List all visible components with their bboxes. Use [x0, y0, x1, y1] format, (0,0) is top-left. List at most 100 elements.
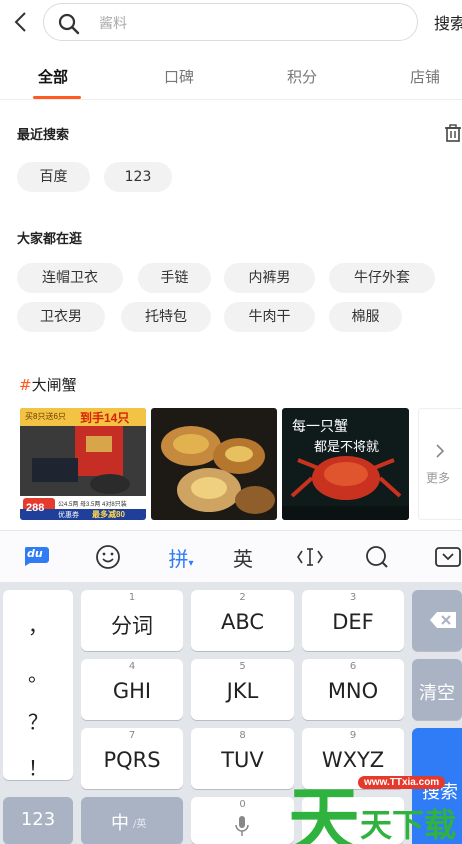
key-label: DEF: [332, 610, 374, 634]
search-header: 酱料 搜索: [0, 0, 462, 46]
crab-thumbnail-2[interactable]: [151, 408, 277, 520]
recent-chip[interactable]: 百度: [17, 162, 90, 192]
key-3[interactable]: 3 DEF: [302, 590, 404, 651]
topic-title[interactable]: #大闸蟹: [19, 374, 77, 395]
search-page: 酱料 搜索 全部 口碑 积分 店铺 最近搜索 百度 123 大家都在逛 连帽卫衣…: [0, 0, 462, 844]
hide-keyboard-icon[interactable]: [434, 543, 462, 571]
chevron-right-icon: [436, 444, 445, 458]
key-num: 1: [128, 592, 136, 603]
punctuation-column[interactable]: ， 。 ？ ！: [3, 590, 73, 780]
english-mode-button[interactable]: 英: [229, 543, 257, 571]
search-placeholder: 酱料: [99, 16, 127, 32]
key-num: 9: [349, 730, 357, 741]
microphone-icon: [235, 816, 249, 836]
topic-hash: #: [19, 376, 32, 394]
key-num: 3: [349, 592, 357, 603]
popular-chip[interactable]: 牛肉干: [224, 302, 315, 332]
recent-search-title: 最近搜索: [17, 128, 70, 143]
punct-comma[interactable]: ，: [3, 610, 73, 639]
active-tab-indicator: [33, 96, 81, 99]
delete-key[interactable]: [412, 590, 462, 651]
key-label: TUV: [221, 748, 264, 772]
more-topics-button[interactable]: 更多: [418, 408, 462, 520]
key-label: PQRS: [103, 748, 161, 772]
result-tabs: 全部 口碑 积分 店铺: [0, 56, 462, 100]
tab-stores[interactable]: 店铺: [410, 66, 440, 87]
watermark-url: www.TTxia.com: [358, 776, 446, 789]
zh-label: 中: [111, 813, 129, 834]
key-num: 4: [128, 661, 136, 672]
numeric-switch-label: 123: [20, 809, 56, 830]
key-5[interactable]: 5 JKL: [191, 659, 294, 720]
key-num: 0: [239, 799, 246, 810]
thumb3-slogan-line2: 都是不将就: [314, 440, 380, 455]
key-label: ABC: [220, 610, 265, 634]
watermark-text: 天下载: [360, 806, 457, 844]
clear-label: 清空: [419, 683, 455, 704]
tab-reviews[interactable]: 口碑: [164, 66, 194, 87]
crab-thumbnail-3[interactable]: 每一只蟹 都是不将就: [282, 408, 409, 520]
emoji-icon[interactable]: [94, 543, 122, 571]
key-label: MNO: [327, 679, 379, 703]
thumb1-coupon: 优惠券: [58, 512, 79, 519]
pinyin-mode-button[interactable]: 拼▾: [161, 543, 201, 571]
popular-chip[interactable]: 托特包: [121, 302, 211, 332]
key-num: 5: [239, 661, 246, 672]
trash-icon[interactable]: [444, 124, 462, 142]
search-icon: [58, 13, 80, 35]
key-label: JKL: [226, 679, 259, 703]
cursor-move-icon[interactable]: [296, 543, 324, 571]
pinyin-mode-label: 拼: [168, 547, 189, 571]
search-keyboard-icon[interactable]: [363, 543, 391, 571]
back-arrow-icon[interactable]: [8, 8, 34, 36]
key-7[interactable]: 7 PQRS: [81, 728, 183, 789]
key-6[interactable]: 6 MNO: [302, 659, 404, 720]
keyboard-toolbar: du 拼▾ 英: [0, 530, 462, 582]
topic-name: 大闸蟹: [31, 376, 77, 394]
key-num: 2: [239, 592, 246, 603]
baidu-input-logo-icon[interactable]: du: [22, 543, 50, 571]
popular-chip[interactable]: 牛仔外套: [329, 263, 435, 293]
tab-points[interactable]: 积分: [287, 66, 317, 87]
key-4[interactable]: 4 GHI: [81, 659, 183, 720]
thumb3-slogan-line1: 每一只蟹: [292, 419, 348, 435]
popular-chip[interactable]: 内裤男: [224, 263, 315, 293]
punct-period[interactable]: 。: [3, 658, 73, 687]
key-label: GHI: [112, 679, 152, 703]
crab-photo: [151, 408, 277, 520]
key-2[interactable]: 2 ABC: [191, 590, 294, 651]
key-0-space[interactable]: 0: [191, 797, 294, 844]
popular-chip[interactable]: 棉服: [329, 302, 402, 332]
popular-title: 大家都在逛: [17, 232, 83, 247]
recent-chip[interactable]: 123: [104, 162, 172, 192]
site-watermark: 天 天下载 www.TTxia.com: [288, 770, 462, 844]
key-8[interactable]: 8 TUV: [191, 728, 294, 789]
key-label: 分词: [111, 614, 153, 638]
caret-down-icon: ▾: [188, 558, 194, 569]
thumb1-detail: 公4.5两 母3.5两 4对8只装: [58, 502, 127, 508]
popular-chip[interactable]: 卫衣男: [17, 302, 105, 332]
thumb1-coupon-value: 最多减80: [92, 510, 125, 519]
search-input[interactable]: 酱料: [43, 3, 418, 41]
thumb1-badge: 买8只送6只: [25, 412, 66, 421]
thumb1-price: 288: [26, 502, 45, 514]
key-num: 7: [128, 730, 136, 741]
keyboard-logo-text: du: [27, 547, 43, 560]
clear-key[interactable]: 清空: [412, 659, 462, 720]
punct-question[interactable]: ？: [3, 706, 73, 735]
backspace-icon: [430, 612, 456, 628]
language-switch-key[interactable]: 中 /英: [81, 797, 183, 844]
tab-all[interactable]: 全部: [38, 66, 68, 87]
more-label: 更多: [426, 471, 451, 485]
key-1[interactable]: 1 分词: [81, 590, 183, 651]
numeric-switch-key[interactable]: 123: [3, 797, 73, 844]
search-button[interactable]: 搜索: [434, 10, 462, 34]
en-sub-label: /英: [133, 819, 147, 830]
popular-chip[interactable]: 连帽卫衣: [17, 263, 123, 293]
key-num: 8: [239, 730, 246, 741]
key-num: 6: [349, 661, 357, 672]
popular-chip[interactable]: 手链: [138, 263, 211, 293]
crab-thumbnail-1[interactable]: 买8只送6只 到手14只 288 公4.5两 母3.5两 4对8只装 优惠券 最…: [20, 408, 146, 520]
punct-exclaim[interactable]: ！: [3, 752, 73, 781]
thumb1-headline: 到手14只: [80, 411, 130, 425]
